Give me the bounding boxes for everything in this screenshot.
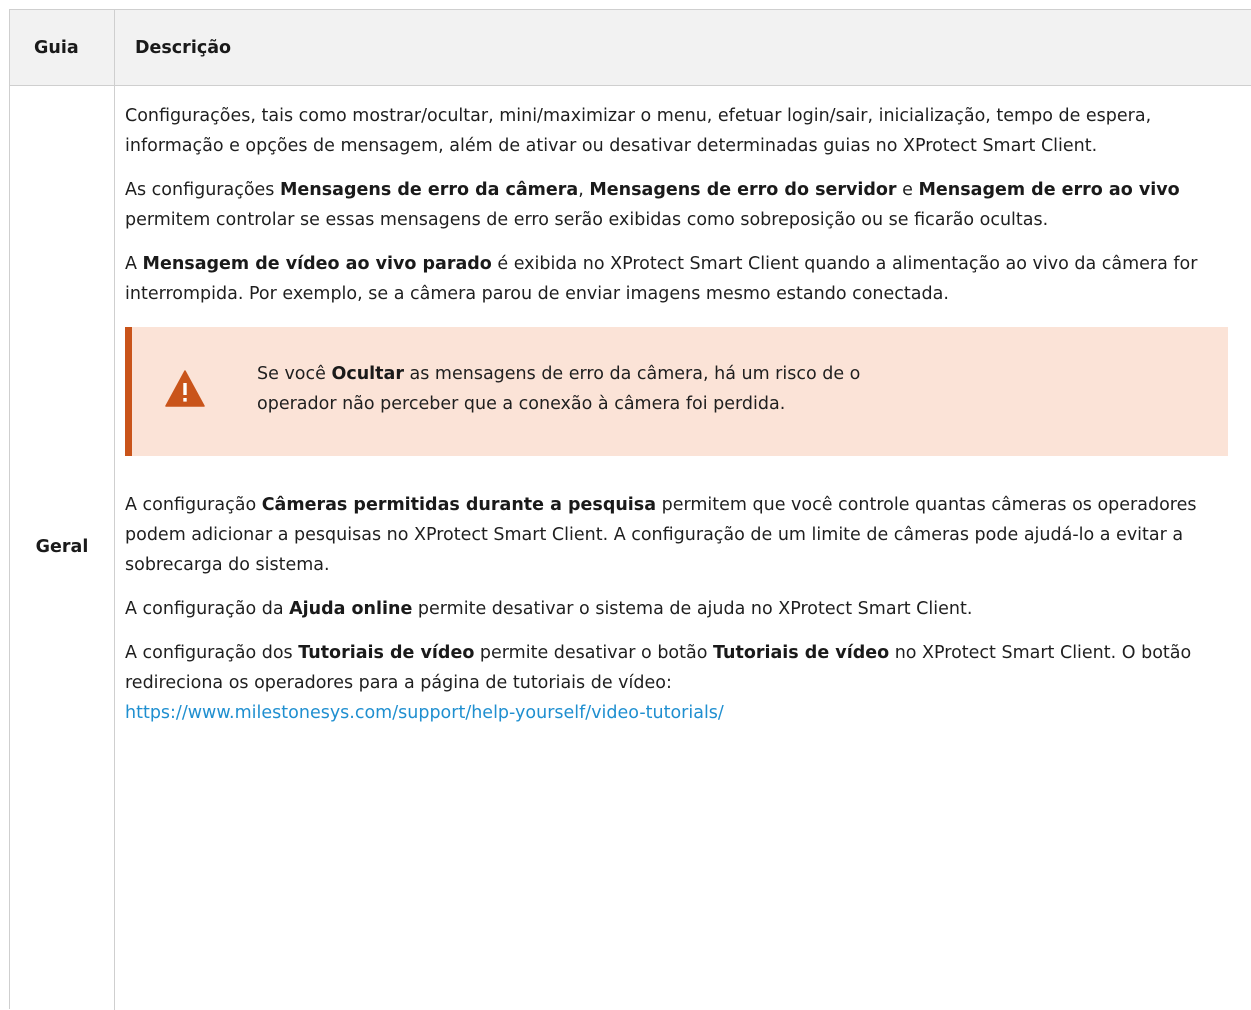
term-cameras-allowed-search: Câmeras permitidas durante a pesquisa (261, 495, 657, 515)
column-divider (114, 10, 115, 1010)
term-online-help: Ajuda online (289, 599, 413, 619)
warning-triangle-icon (165, 370, 205, 407)
term-video-tutorials: Tutoriais de vídeo (298, 643, 475, 663)
term-live-video-stopped-message: Mensagem de vídeo ao vivo parado (142, 254, 492, 274)
term-camera-error-messages: Mensagens de erro da câmera (280, 180, 579, 200)
paragraph-live-video-stopped: A Mensagem de vídeo ao vivo parado é exi… (125, 254, 1198, 304)
warning-line-1: Se você Ocultar as mensagens de erro da … (257, 364, 861, 384)
header-guia: Guia (34, 38, 79, 58)
paragraph-error-messages: As configurações Mensagens de erro da câ… (125, 180, 1180, 230)
term-video-tutorials-button: Tutoriais de vídeo (713, 643, 890, 663)
warning-text: Se você Ocultar as mensagens de erro da … (257, 359, 1057, 419)
term-ocultar: Ocultar (331, 364, 404, 384)
term-live-error-message: Mensagem de erro ao vivo (918, 180, 1180, 200)
table-header: Guia Descrição (10, 10, 1251, 86)
warning-callout: Se você Ocultar as mensagens de erro da … (125, 327, 1228, 456)
tab-name-geral: Geral (35, 536, 89, 557)
guia-cell: Geral (10, 86, 114, 1010)
warning-line-2: operador não perceber que a conexão à câ… (257, 394, 786, 414)
paragraph-video-tutorials: A configuração dos Tutoriais de vídeo pe… (125, 643, 1192, 723)
term-server-error-messages: Mensagens de erro do servidor (589, 180, 897, 200)
paragraph-online-help: A configuração da Ajuda online permite d… (125, 599, 973, 619)
video-tutorials-link[interactable]: https://www.milestonesys.com/support/hel… (125, 703, 724, 723)
paragraph-general-settings: Configurações, tais como mostrar/ocultar… (125, 106, 1152, 156)
header-descricao: Descrição (135, 38, 232, 58)
description-cell: Configurações, tais como mostrar/ocultar… (125, 101, 1235, 742)
paragraph-cameras-during-search: A configuração Câmeras permitidas durant… (125, 495, 1197, 575)
